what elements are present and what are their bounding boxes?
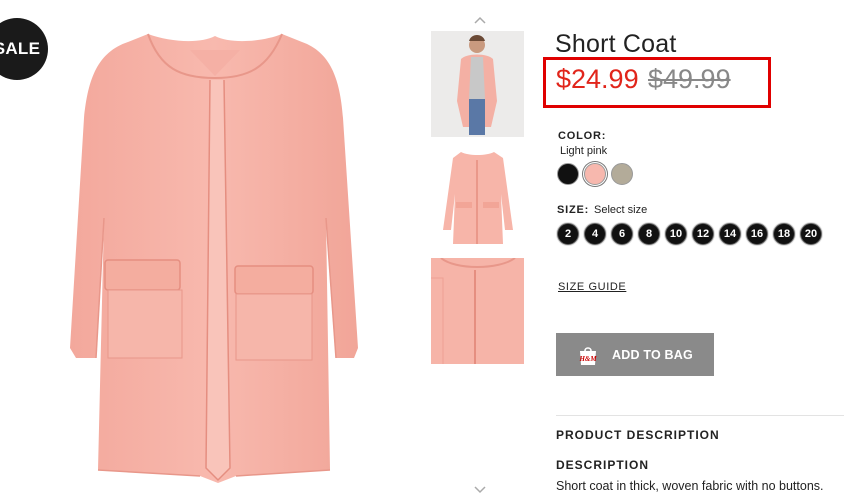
size-options: 2 4 6 8 10 12 14 16 18 20 bbox=[557, 223, 822, 245]
size-option-18[interactable]: 18 bbox=[773, 223, 795, 245]
color-label: COLOR: bbox=[558, 130, 607, 142]
size-option-2[interactable]: 2 bbox=[557, 223, 579, 245]
product-description-heading[interactable]: PRODUCT DESCRIPTION bbox=[556, 428, 720, 442]
description-text: Short coat in thick, woven fabric with n… bbox=[556, 479, 824, 493]
sale-price: $24.99 bbox=[556, 64, 639, 94]
model-photo-image bbox=[431, 31, 524, 137]
thumbnail-front[interactable] bbox=[431, 144, 524, 250]
chevron-up-icon[interactable] bbox=[470, 14, 490, 26]
add-to-bag-button[interactable]: H&M ADD TO BAG bbox=[556, 333, 714, 376]
selected-color-name: Light pink bbox=[560, 145, 608, 157]
original-price: $49.99 bbox=[648, 64, 731, 94]
coat-front-image bbox=[431, 144, 524, 250]
size-option-10[interactable]: 10 bbox=[665, 223, 687, 245]
color-swatch-black[interactable] bbox=[557, 163, 579, 185]
product-title: Short Coat bbox=[555, 30, 677, 58]
size-option-8[interactable]: 8 bbox=[638, 223, 660, 245]
size-label: SIZE: bbox=[557, 204, 590, 216]
size-option-6[interactable]: 6 bbox=[611, 223, 633, 245]
svg-text:H&M: H&M bbox=[578, 355, 597, 363]
size-option-12[interactable]: 12 bbox=[692, 223, 714, 245]
size-option-20[interactable]: 20 bbox=[800, 223, 822, 245]
sale-badge-label: SALE bbox=[0, 39, 41, 58]
size-option-4[interactable]: 4 bbox=[584, 223, 606, 245]
size-guide-link[interactable]: SIZE GUIDE bbox=[558, 281, 626, 293]
coat-detail-image bbox=[431, 258, 524, 364]
size-select-hint: Select size bbox=[594, 204, 648, 216]
color-swatch-light-pink[interactable] bbox=[584, 163, 606, 185]
hm-bag-icon: H&M bbox=[578, 346, 597, 365]
thumbnail-detail[interactable] bbox=[431, 258, 524, 364]
size-option-16[interactable]: 16 bbox=[746, 223, 768, 245]
main-product-image bbox=[70, 33, 358, 483]
color-swatch-grey-beige[interactable] bbox=[611, 163, 633, 185]
add-to-bag-label: ADD TO BAG bbox=[612, 347, 693, 362]
thumbnail-model[interactable] bbox=[431, 31, 524, 137]
chevron-down-icon[interactable] bbox=[470, 484, 490, 495]
description-subheading: DESCRIPTION bbox=[556, 458, 650, 472]
section-divider bbox=[556, 415, 844, 416]
size-option-14[interactable]: 14 bbox=[719, 223, 741, 245]
